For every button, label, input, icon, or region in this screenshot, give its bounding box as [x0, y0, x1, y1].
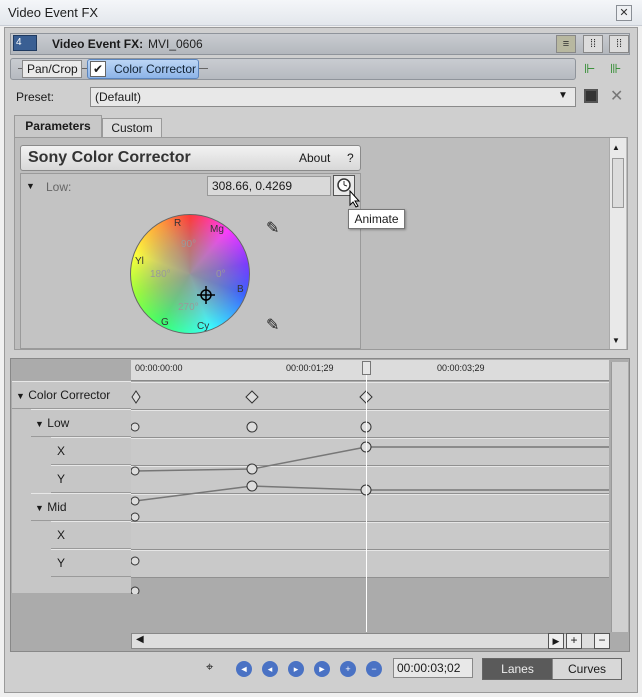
lane-label: Y [57, 472, 66, 486]
low-label: Low: [46, 180, 72, 194]
scroll-up-icon[interactable]: ▲ [612, 143, 620, 152]
playhead[interactable] [366, 362, 367, 632]
lane-label: Color Corrector [28, 388, 111, 402]
tick-label: 00:00:03;29 [437, 363, 485, 373]
keyframe-overlay [131, 390, 609, 594]
playhead-handle[interactable] [362, 361, 371, 375]
chevron-down-icon[interactable]: ▼ [558, 90, 568, 101]
scrollbar-thumb[interactable] [612, 158, 624, 208]
color-wheel[interactable] [130, 214, 250, 334]
lanes-button[interactable]: Lanes [483, 659, 552, 679]
wheel-label-cy: Cy [197, 321, 210, 332]
preset-label: Preset: [16, 90, 55, 104]
scroll-left-icon[interactable]: ◀ [136, 634, 144, 645]
wheel-degree-90: 90° [181, 239, 197, 250]
low-value-field[interactable]: 308.66, 0.4269 [207, 176, 331, 196]
chain-item-pan-crop[interactable]: Pan/Crop [22, 60, 82, 78]
keyframe-node [246, 480, 258, 492]
keyframe-diamond [131, 390, 141, 404]
zoom-out-icon[interactable]: − [594, 633, 610, 649]
lane-label: X [57, 528, 66, 542]
lane-mid-x[interactable]: X [51, 521, 131, 549]
lane-color-corrector[interactable]: ▼ Color Corrector [12, 381, 131, 409]
save-preset-icon[interactable] [584, 89, 598, 103]
timeline-vscroll[interactable] [611, 362, 628, 632]
time-display[interactable]: 00:00:03;02 [393, 658, 473, 678]
keyframe-node [131, 512, 140, 522]
remove-plugin-icon[interactable]: ⊪ [610, 61, 621, 77]
lane-name-list: ▼ Color Corrector ▼ Low X Y ▼ Mid X Y [12, 381, 131, 577]
lane-label: Low [47, 416, 70, 430]
about-button[interactable]: About [299, 151, 330, 165]
keyframe-node [131, 496, 140, 506]
tick-label: 00:00:00:00 [135, 363, 183, 373]
lane-low-x[interactable]: X [51, 437, 131, 465]
close-button[interactable]: ✕ [616, 5, 632, 21]
eyedropper-subtract-icon[interactable]: ✎ [266, 315, 279, 335]
window-title: Video Event FX [8, 5, 99, 20]
lane-mid-y[interactable]: Y [51, 549, 131, 577]
delete-preset-icon[interactable]: ✕ [610, 86, 623, 106]
eyedropper-add-icon[interactable]: ✎ [266, 218, 279, 238]
keyframe-node [131, 466, 140, 476]
last-keyframe-icon[interactable]: ► [314, 661, 330, 677]
lane-low-y[interactable]: Y [51, 465, 131, 493]
add-plugin-icon[interactable]: ⊩ [584, 61, 595, 77]
tab-custom[interactable]: Custom [102, 118, 162, 137]
enable-checkbox[interactable]: ✔ [90, 61, 106, 77]
lane-low[interactable]: ▼ Low [31, 409, 131, 437]
scroll-right-icon[interactable]: ▶ [548, 633, 564, 649]
wheel-label-r: R [174, 218, 182, 229]
animate-tooltip: Animate [348, 209, 405, 229]
wheel-degree-180: 180° [150, 269, 171, 280]
event-icon: 4 [13, 35, 37, 51]
crosshair-icon[interactable] [196, 285, 216, 305]
lane-label: Mid [47, 500, 67, 514]
delete-keyframe-icon[interactable]: − [366, 661, 382, 677]
lane-label: X [57, 444, 66, 458]
view-mode-3-icon[interactable]: ⁞⁞ [609, 35, 629, 53]
tab-parameters[interactable]: Parameters [14, 115, 102, 137]
keyframe-diamond [245, 390, 259, 404]
curves-button[interactable]: Curves [552, 659, 621, 679]
sync-cursor-icon[interactable]: ⌖ [206, 659, 213, 675]
keyframe-node [131, 556, 140, 566]
wheel-degree-0: 0° [216, 269, 226, 280]
keyframe-node [246, 421, 258, 433]
keyframe-node [246, 463, 258, 475]
keyframe-node [131, 422, 140, 432]
keyframe-node [131, 586, 140, 594]
lane-label: Y [57, 556, 66, 570]
wheel-label-b: B [237, 284, 244, 295]
wheel-label-mg: Mg [210, 224, 224, 235]
zoom-in-icon[interactable]: + [566, 633, 582, 649]
timeline-hscroll[interactable] [131, 633, 609, 649]
plugin-name: Sony Color Corrector [28, 149, 191, 166]
wheel-label-g: G [161, 317, 169, 328]
mouse-cursor-icon [349, 190, 361, 208]
collapse-triangle-icon[interactable]: ▼ [26, 181, 35, 191]
add-keyframe-icon[interactable]: + [340, 661, 356, 677]
event-name: MVI_0606 [148, 37, 203, 51]
wheel-label-yl: Yl [135, 256, 144, 267]
next-keyframe-icon[interactable]: ▸ [288, 661, 304, 677]
lane-mid[interactable]: ▼ Mid [31, 493, 131, 521]
first-keyframe-icon[interactable]: ◄ [236, 661, 252, 677]
help-button[interactable]: ? [347, 151, 354, 165]
tick-label: 00:00:01;29 [286, 363, 334, 373]
view-mode-2-icon[interactable]: ⁞⁞ [583, 35, 603, 53]
header-label: Video Event FX: [52, 37, 144, 51]
prev-keyframe-icon[interactable]: ◂ [262, 661, 278, 677]
preset-dropdown[interactable]: (Default) [90, 87, 576, 107]
scroll-down-icon[interactable]: ▼ [612, 336, 620, 345]
view-mode-1-icon[interactable]: ≡ [556, 35, 576, 53]
